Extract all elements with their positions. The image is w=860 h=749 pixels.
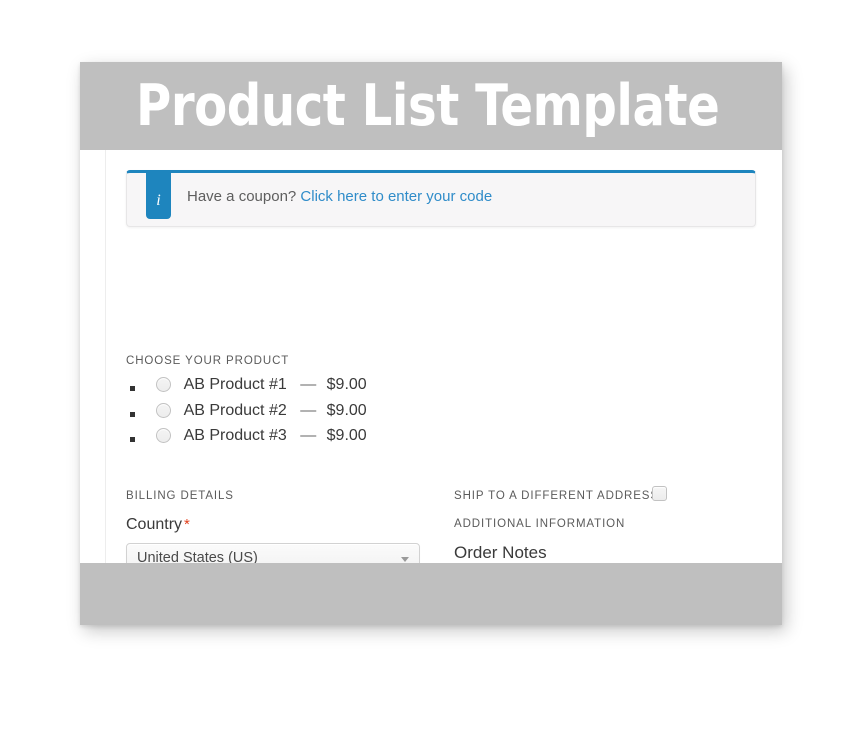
order-notes-label: Order Notes bbox=[454, 543, 547, 562]
content-divider bbox=[105, 150, 106, 563]
bullet-icon bbox=[130, 386, 135, 391]
product-name: AB Product #2 bbox=[183, 401, 287, 419]
coupon-link[interactable]: Click here to enter your code bbox=[300, 188, 492, 205]
card-body: i Have a coupon? Click here to enter you… bbox=[80, 150, 782, 563]
product-list: AB Product #1 — $9.00 AB Product #2 — $9… bbox=[126, 376, 367, 453]
product-separator: — bbox=[300, 376, 317, 393]
bullet-icon bbox=[130, 437, 135, 442]
product-radio[interactable] bbox=[156, 402, 171, 418]
product-list-template-card: Product List Template i Have a coupon? C… bbox=[80, 62, 782, 625]
product-radio[interactable] bbox=[156, 377, 171, 392]
additional-information-heading: ADDITIONAL INFORMATION bbox=[454, 518, 626, 530]
product-price: $9.00 bbox=[326, 427, 367, 444]
product-separator: — bbox=[300, 427, 317, 444]
card-footer bbox=[80, 563, 782, 625]
list-item[interactable]: AB Product #2 — $9.00 bbox=[126, 402, 367, 428]
info-icon: i bbox=[146, 170, 171, 219]
country-select-value: United States (US) bbox=[137, 550, 258, 563]
ship-to-different-address-heading: SHIP TO A DIFFERENT ADDRESS? bbox=[454, 490, 667, 502]
ship-to-different-address-checkbox[interactable] bbox=[652, 486, 667, 501]
required-marker: * bbox=[184, 516, 190, 533]
list-item[interactable]: AB Product #1 — $9.00 bbox=[126, 376, 367, 402]
coupon-prompt: Have a coupon? bbox=[187, 188, 297, 205]
product-price: $9.00 bbox=[326, 376, 367, 393]
product-name: AB Product #3 bbox=[183, 427, 287, 444]
country-label-text: Country bbox=[126, 516, 183, 533]
billing-details-heading: BILLING DETAILS bbox=[126, 490, 234, 502]
product-separator: — bbox=[300, 401, 317, 419]
chevron-down-icon bbox=[401, 557, 409, 562]
screenshot-root: Product List Template i Have a coupon? C… bbox=[0, 0, 860, 749]
product-price: $9.00 bbox=[326, 401, 367, 419]
coupon-notice[interactable]: i Have a coupon? Click here to enter you… bbox=[126, 170, 756, 227]
page-title: Product List Template bbox=[136, 73, 720, 139]
card-header: Product List Template bbox=[80, 62, 782, 150]
product-radio[interactable] bbox=[156, 428, 171, 443]
list-item[interactable]: AB Product #3 — $9.00 bbox=[126, 427, 367, 453]
country-label: Country * bbox=[126, 516, 190, 534]
choose-product-heading: CHOOSE YOUR PRODUCT bbox=[126, 355, 290, 367]
product-name: AB Product #1 bbox=[183, 376, 287, 393]
country-select[interactable]: United States (US) bbox=[126, 543, 420, 563]
coupon-notice-text: Have a coupon? Click here to enter your … bbox=[187, 188, 492, 205]
bullet-icon bbox=[130, 411, 135, 417]
